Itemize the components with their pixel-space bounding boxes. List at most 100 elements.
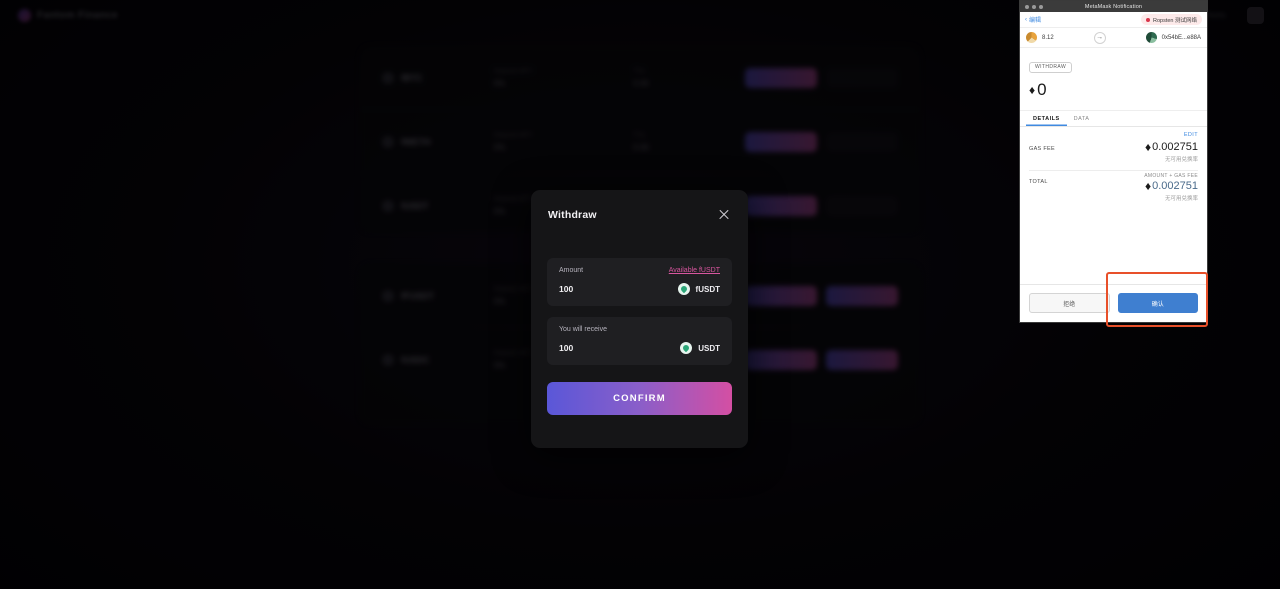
fusdt-token-icon — [677, 283, 690, 295]
withdraw-button[interactable] — [826, 285, 898, 306]
withdraw-button-disabled — [826, 67, 898, 88]
withdraw-button[interactable] — [826, 350, 898, 370]
gas-fee-label: GAS FEE — [1029, 146, 1055, 152]
from-account[interactable]: 8.12 — [1026, 32, 1054, 43]
withdraw-button-disabled — [826, 196, 898, 216]
row-actions — [745, 67, 898, 88]
metamask-tabs: DETAILS DATA — [1020, 111, 1207, 127]
row-asset: fWETH — [382, 135, 494, 148]
gas-fee-amount: ♦ 0.002751 — [1145, 140, 1198, 154]
amount-field-box: Amount Available fUSDT 100 fUSDT — [547, 258, 732, 306]
ethereum-icon: ♦ — [1144, 179, 1152, 193]
deposit-button[interactable] — [745, 285, 817, 306]
brand-mark-icon — [18, 8, 31, 22]
deposit-button[interactable] — [745, 131, 817, 152]
row-actions — [745, 131, 898, 152]
brand-logo[interactable]: Fantom Finance — [18, 8, 118, 22]
network-name: Ropsten 测试网络 — [1152, 17, 1197, 24]
usdt-token-icon — [680, 342, 693, 354]
gas-fee-conversion: 无可用兑换率 — [1164, 157, 1198, 163]
reject-button[interactable]: 拒绝 — [1029, 293, 1110, 313]
amount-field-row: 100 fUSDT — [559, 283, 720, 295]
receive-value: 100 — [559, 343, 574, 353]
amount-token-name: fUSDT — [695, 284, 720, 294]
deposit-button[interactable] — [745, 67, 817, 88]
row-symbol: fBTC — [401, 72, 423, 83]
row-col-apy: Deposit APY 0% — [494, 132, 634, 152]
modal-header: Withdraw — [531, 190, 748, 240]
network-badge[interactable]: Ropsten 测试网络 — [1140, 14, 1202, 25]
row-actions — [745, 285, 898, 306]
metamask-topbar: ‹ 编辑 Ropsten 测试网络 — [1020, 12, 1207, 28]
withdraw-modal: Withdraw Amount Available fUSDT 100 fUSD… — [531, 190, 748, 448]
col-value: 0.00 — [633, 142, 649, 152]
row-asset: fUSDC — [382, 354, 494, 366]
to-account[interactable]: 0x54bE...e88A — [1145, 32, 1201, 43]
row-col-tvl: TVL 0.00 — [633, 132, 745, 152]
window-titlebar: MetaMask Notification — [1020, 1, 1207, 12]
row-symbol: fWETH — [401, 136, 431, 147]
row-asset: fFUSDT — [382, 289, 494, 302]
amount-field-header: Amount Available fUSDT — [559, 267, 720, 274]
to-account-blockie-icon — [1145, 32, 1157, 43]
row-symbol: fUSDC — [401, 355, 430, 365]
transaction-amount: ♦ 0 — [1029, 80, 1198, 100]
modal-confirm-button[interactable]: CONFIRM — [547, 382, 732, 415]
tab-details[interactable]: DETAILS — [1026, 111, 1067, 126]
row-symbol: fFUSDT — [401, 290, 434, 301]
col-label: TVL — [633, 67, 647, 75]
transaction-amount-value: 0 — [1037, 80, 1047, 99]
ethereum-icon: ♦ — [1029, 83, 1036, 97]
coin-icon — [382, 135, 394, 148]
total-value: 0.002751 — [1152, 180, 1198, 192]
receive-label: You will receive — [559, 326, 607, 333]
network-status-dot-icon — [1145, 17, 1150, 22]
coin-icon — [382, 200, 394, 212]
coin-icon — [382, 354, 394, 366]
avatar[interactable] — [1247, 7, 1264, 24]
deposit-button[interactable] — [745, 350, 817, 370]
modal-title: Withdraw — [548, 209, 597, 221]
receive-token-name: USDT — [698, 343, 720, 353]
withdraw-button-disabled — [826, 131, 898, 152]
receive-token: USDT — [680, 342, 720, 354]
chevron-left-icon: ‹ — [1025, 16, 1027, 23]
back-edit-label: 编辑 — [1029, 18, 1042, 24]
method-tag: WITHDRAW — [1029, 61, 1073, 73]
close-icon[interactable] — [717, 208, 731, 222]
col-value: 0.00 — [633, 78, 649, 88]
row-actions — [745, 350, 898, 370]
transaction-summary: WITHDRAW ♦ 0 — [1020, 48, 1207, 111]
col-label: TVL — [633, 131, 647, 139]
amount-input[interactable]: 100 — [559, 284, 573, 294]
col-value: 0% — [493, 142, 506, 152]
details-panel: EDIT GAS FEE ♦ 0.002751 无可用兑换率 TOTAL AMO… — [1020, 127, 1207, 284]
deposit-button[interactable] — [745, 196, 817, 216]
gas-fee-value: 0.002751 — [1152, 141, 1198, 153]
accounts-row: 8.12 → 0x54bE...e88A — [1020, 28, 1207, 48]
gas-fee-row: GAS FEE ♦ 0.002751 无可用兑换率 — [1029, 138, 1198, 171]
table-row[interactable]: fBTC Deposit APY 0% TVL 0.00 — [360, 46, 920, 110]
receive-field-row: 100 USDT — [559, 342, 720, 354]
col-label: Deposit APY — [493, 131, 533, 139]
available-balance-link[interactable]: Available fUSDT — [669, 267, 720, 274]
tab-data[interactable]: DATA — [1067, 111, 1097, 126]
total-label: TOTAL — [1029, 179, 1048, 185]
col-label: Deposit APY — [493, 67, 533, 75]
table-row[interactable]: fWETH Deposit APY 0% TVL 0.00 — [360, 110, 920, 174]
edit-row: EDIT — [1029, 127, 1198, 138]
receive-field-box: You will receive 100 USDT — [547, 317, 732, 365]
from-account-name: 8.12 — [1042, 34, 1054, 41]
metamask-confirm-button[interactable]: 确认 — [1117, 293, 1198, 313]
total-sub-label: AMOUNT + GAS FEE — [1144, 173, 1198, 179]
metamask-notification-window: MetaMask Notification ‹ 编辑 Ropsten 测试网络 … — [1019, 0, 1208, 323]
coin-icon — [382, 289, 394, 302]
row-col-tvl: TVL 0.00 — [633, 68, 745, 88]
window-title: MetaMask Notification — [1084, 3, 1143, 10]
edit-gas-button[interactable]: EDIT — [1184, 132, 1198, 138]
row-asset: fUSDT — [382, 200, 494, 212]
back-edit-button[interactable]: ‹ 编辑 — [1025, 15, 1042, 25]
arrow-right-icon: → — [1093, 31, 1106, 44]
col-value: 0% — [493, 78, 506, 88]
total-conversion: 无可用兑换率 — [1164, 196, 1198, 202]
